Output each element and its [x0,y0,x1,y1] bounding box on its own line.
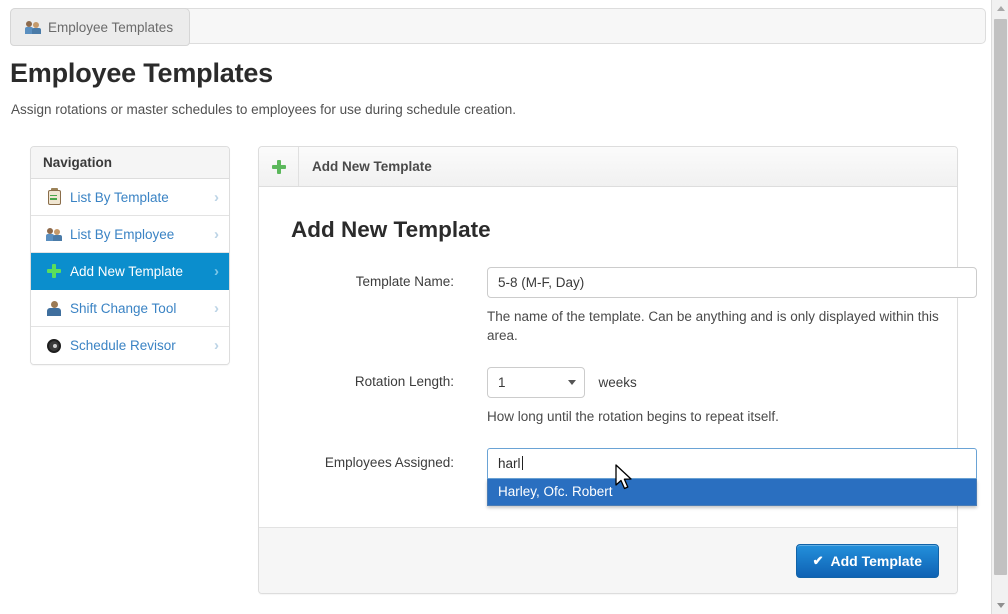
panel-footer: ✔ Add Template [259,527,957,593]
sidebar-item-label: Add New Template [70,263,184,279]
rotation-length-help: How long until the rotation begins to re… [487,409,779,424]
add-template-button-label: Add Template [830,552,922,569]
sidebar-item-schedule-revisor[interactable]: Schedule Revisor › [31,327,229,364]
chevron-right-icon: › [214,188,219,206]
panel-header: Add New Template [259,147,957,187]
employees-assigned-label: Employees Assigned: [324,455,454,470]
sidebar-item-label: List By Employee [70,226,175,242]
autocomplete-wrapper: harl Harley, Ofc. Robert [487,448,977,506]
disc-icon [45,338,63,353]
chevron-right-icon: › [214,337,219,354]
scroll-up-arrow-icon[interactable] [992,0,1008,17]
person-icon [45,300,63,316]
add-template-button[interactable]: ✔ Add Template [795,543,939,578]
autocomplete-option[interactable]: Harley, Ofc. Robert [488,479,976,505]
chevron-right-icon: › [214,299,219,317]
scrollbar-thumb[interactable] [994,19,1007,575]
employees-assigned-value: harl [498,456,521,471]
field-employees-assigned: Employees Assigned: harl Harley, Ofc. Ro… [291,448,977,506]
rotation-length-select[interactable]: 1 [487,367,585,398]
sidebar-item-shift-change-tool[interactable]: Shift Change Tool › [31,290,229,327]
rotation-length-label: Rotation Length: [354,374,454,389]
chevron-right-icon: › [214,225,219,243]
rotation-length-value: 1 [498,375,506,390]
tab-employee-templates[interactable]: Employee Templates [10,8,191,46]
main-panel: Add New Template Add New Template Templa… [258,146,977,594]
page-subtitle: Assign rotations or master schedules to … [11,102,517,117]
panel-header-title: Add New Template [312,159,432,174]
chevron-down-icon [568,380,576,385]
scroll-down-arrow-icon[interactable] [992,597,1008,614]
navigation-panel: Navigation List By Template › List By Em… [30,146,230,365]
sidebar-item-label: Shift Change Tool [70,300,177,316]
people-icon [45,227,63,242]
template-name-input[interactable]: 5-8 (M-F, Day) [487,267,977,298]
tab-label: Employee Templates [48,19,174,35]
template-name-label: Template Name: [355,274,454,289]
form-title: Add New Template [291,217,491,242]
sidebar-item-list-by-employee[interactable]: List By Employee › [31,216,229,253]
sidebar-item-list-by-template[interactable]: List By Template › [31,179,229,216]
people-icon [25,20,41,35]
employees-assigned-input[interactable]: harl [487,448,977,479]
sidebar-item-add-new-template[interactable]: Add New Template › [31,253,229,290]
autocomplete-list: Harley, Ofc. Robert [487,479,977,506]
navigation-header: Navigation [31,147,229,179]
template-name-help: The name of the template. Can be anythin… [487,309,939,343]
page-root: Employee Templates Employee Templates As… [0,0,1008,614]
clipboard-icon [45,187,63,205]
sidebar-item-label: List By Template [70,189,169,205]
sidebar-item-label: Schedule Revisor [70,338,176,353]
rotation-length-unit: weeks [598,375,637,390]
plus-icon [259,147,299,186]
tab-bar: Employee Templates [10,8,986,46]
field-rotation-length: Rotation Length: 1 weeks How long until … [291,367,925,426]
chevron-right-icon: › [214,262,219,280]
text-cursor [521,456,523,470]
field-template-name: Template Name: 5-8 (M-F, Day) The name o… [291,267,977,345]
check-icon: ✔ [812,552,824,568]
plus-icon [45,264,63,278]
panel-body: Add New Template Template Name: 5-8 (M-F… [259,187,977,506]
page-title: Employee Templates [10,58,273,88]
vertical-scrollbar[interactable] [991,0,1008,614]
